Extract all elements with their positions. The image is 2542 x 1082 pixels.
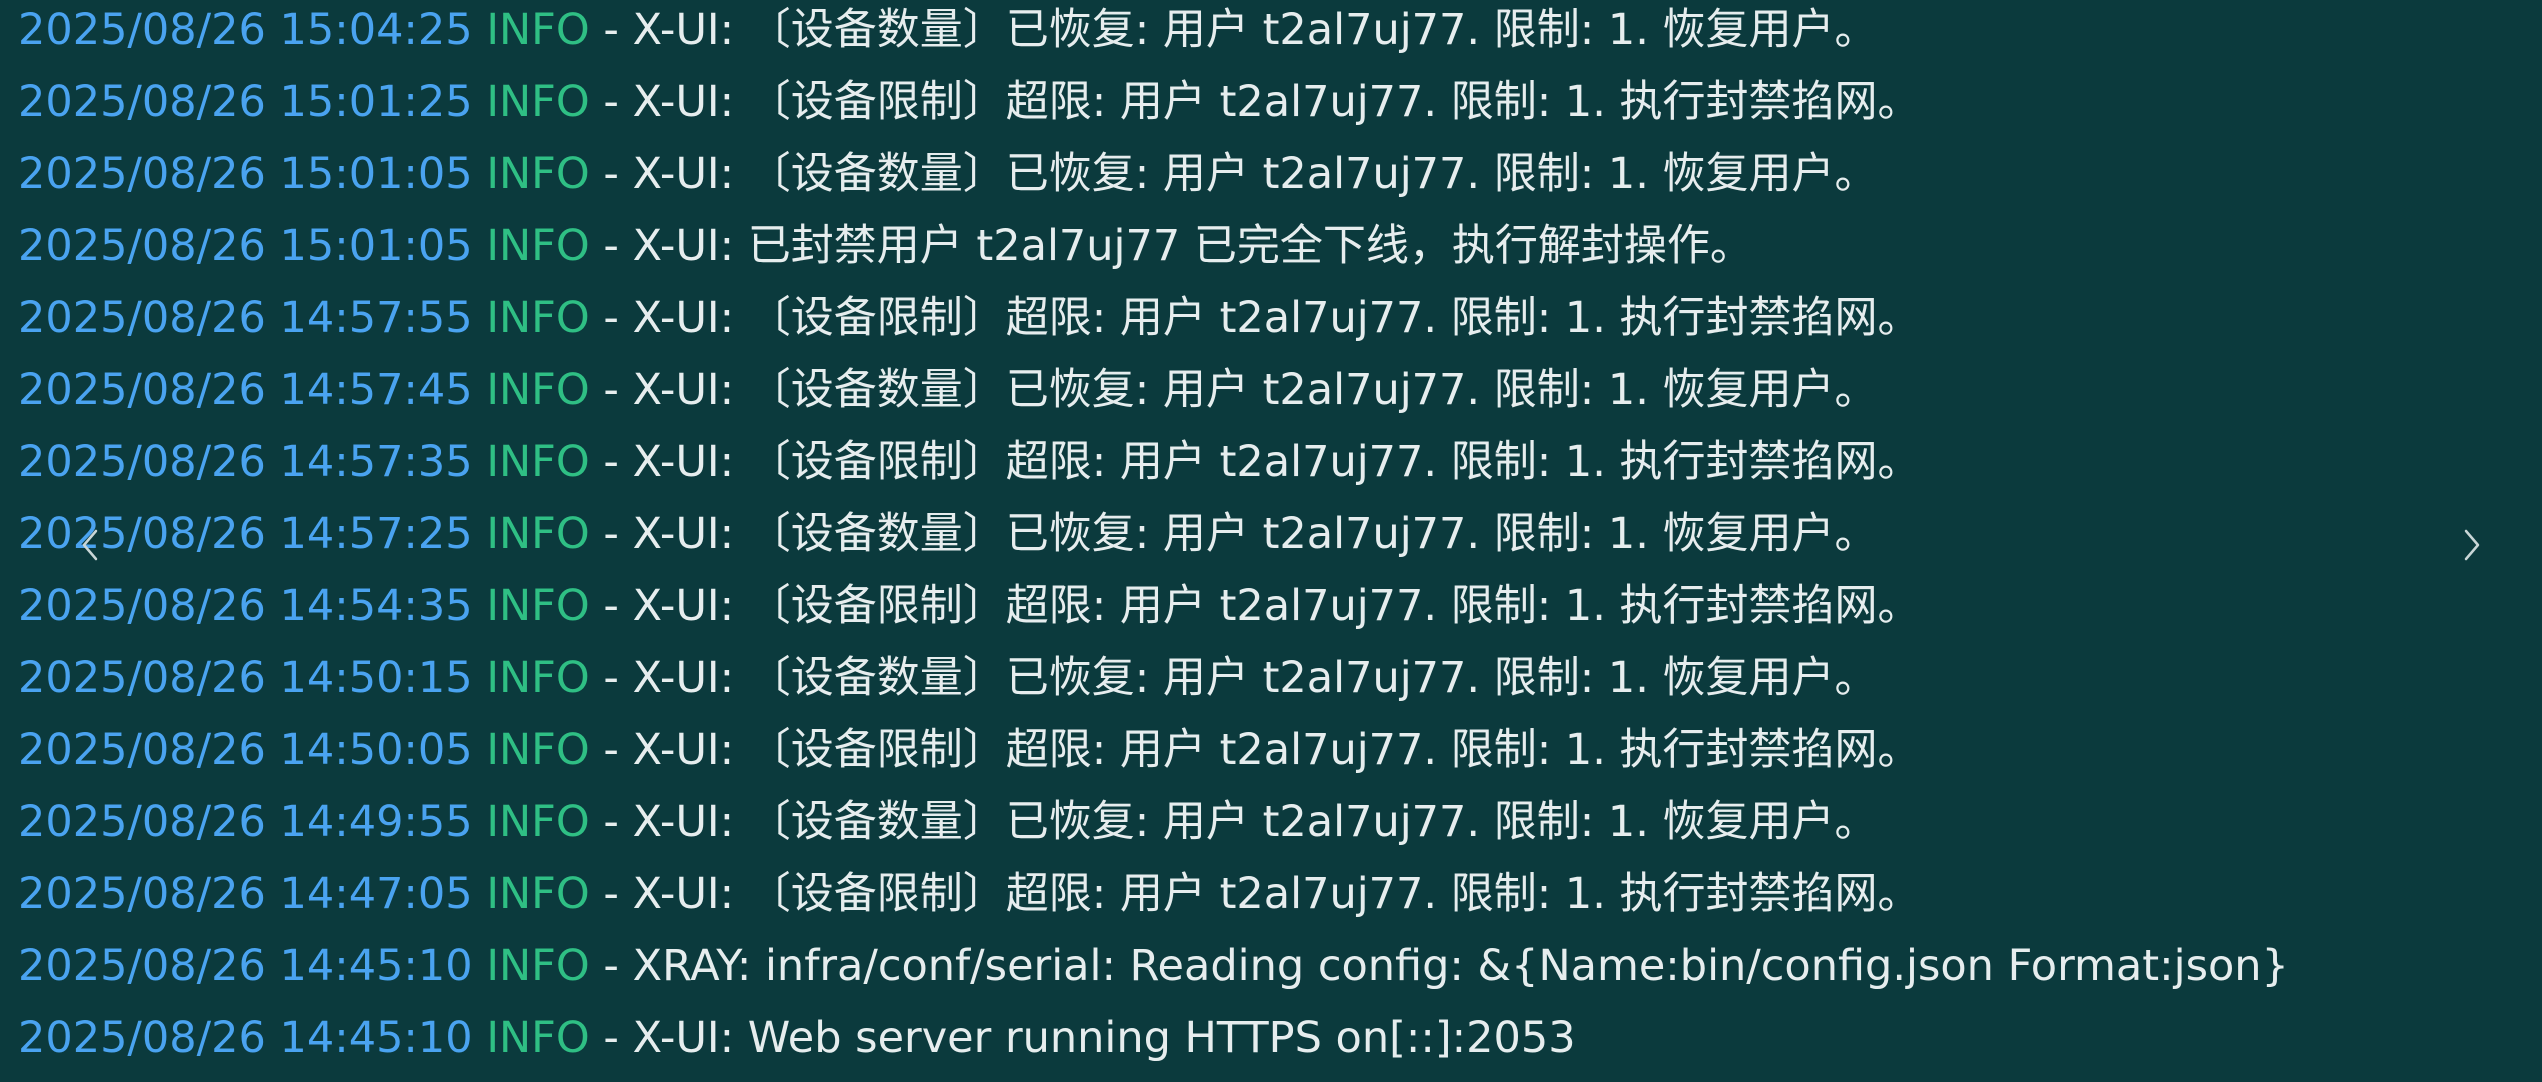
log-separator: - — [589, 5, 633, 55]
log-separator: - — [589, 293, 633, 343]
log-level: INFO — [486, 365, 590, 415]
log-line: 2025/08/26 14:57:25 INFO - X-UI: 〔设备数量〕已… — [18, 504, 2478, 576]
log-level: INFO — [486, 1013, 590, 1063]
log-message: X-UI: 〔设备数量〕已恢复: 用户 t2al7uj77. 限制: 1. 恢复… — [632, 149, 1878, 199]
log-line: 2025/08/26 15:04:25 INFO - X-UI: 〔设备数量〕已… — [18, 0, 2478, 72]
log-timestamp: 2025/08/26 14:54:35 — [18, 581, 473, 631]
log-separator: - — [589, 869, 633, 919]
log-line: 2025/08/26 14:45:10 INFO - XRAY: infra/c… — [18, 936, 2478, 1008]
log-level: INFO — [486, 869, 590, 919]
log-list: 2025/08/26 15:04:25 INFO - X-UI: 〔设备数量〕已… — [18, 0, 2478, 1080]
log-level: INFO — [486, 581, 590, 631]
log-level: INFO — [486, 293, 590, 343]
log-separator: - — [589, 221, 633, 271]
log-message: XRAY: infra/conf/serial: Reading config:… — [632, 941, 2289, 991]
prev-button[interactable] — [60, 515, 120, 575]
log-line: 2025/08/26 15:01:05 INFO - X-UI: 已封禁用户 t… — [18, 216, 2478, 288]
log-line: 2025/08/26 14:47:05 INFO - X-UI: 〔设备限制〕超… — [18, 864, 2478, 936]
log-message: X-UI: 〔设备限制〕超限: 用户 t2al7uj77. 限制: 1. 执行封… — [632, 77, 1921, 127]
log-separator: - — [589, 509, 633, 559]
chevron-left-icon — [82, 529, 98, 561]
log-timestamp: 2025/08/26 14:49:55 — [18, 797, 473, 847]
log-separator: - — [589, 437, 633, 487]
log-timestamp: 2025/08/26 14:45:10 — [18, 941, 473, 991]
log-line: 2025/08/26 14:57:45 INFO - X-UI: 〔设备数量〕已… — [18, 360, 2478, 432]
log-separator: - — [589, 149, 633, 199]
log-timestamp: 2025/08/26 14:50:05 — [18, 725, 473, 775]
log-viewer: 2025/08/26 15:04:25 INFO - X-UI: 〔设备数量〕已… — [0, 0, 2542, 1082]
log-message: X-UI: 〔设备数量〕已恢复: 用户 t2al7uj77. 限制: 1. 恢复… — [632, 365, 1878, 415]
log-timestamp: 2025/08/26 14:50:15 — [18, 653, 473, 703]
log-separator: - — [589, 77, 633, 127]
log-message: X-UI: 〔设备限制〕超限: 用户 t2al7uj77. 限制: 1. 执行封… — [632, 437, 1921, 487]
log-separator: - — [589, 941, 633, 991]
log-line: 2025/08/26 15:01:25 INFO - X-UI: 〔设备限制〕超… — [18, 72, 2478, 144]
log-separator: - — [589, 797, 633, 847]
log-message: X-UI: 〔设备数量〕已恢复: 用户 t2al7uj77. 限制: 1. 恢复… — [632, 5, 1878, 55]
log-separator: - — [589, 653, 633, 703]
log-message: X-UI: 〔设备数量〕已恢复: 用户 t2al7uj77. 限制: 1. 恢复… — [632, 653, 1878, 703]
log-level: INFO — [486, 941, 590, 991]
log-line: 2025/08/26 14:57:35 INFO - X-UI: 〔设备限制〕超… — [18, 432, 2478, 504]
log-line: 2025/08/26 14:54:35 INFO - X-UI: 〔设备限制〕超… — [18, 576, 2478, 648]
log-message: X-UI: 〔设备数量〕已恢复: 用户 t2al7uj77. 限制: 1. 恢复… — [632, 509, 1878, 559]
log-level: INFO — [486, 5, 590, 55]
log-timestamp: 2025/08/26 14:57:45 — [18, 365, 473, 415]
log-level: INFO — [486, 77, 590, 127]
log-level: INFO — [486, 725, 590, 775]
log-line: 2025/08/26 14:50:05 INFO - X-UI: 〔设备限制〕超… — [18, 720, 2478, 792]
log-level: INFO — [486, 149, 590, 199]
log-timestamp: 2025/08/26 14:45:10 — [18, 1013, 473, 1063]
log-line: 2025/08/26 14:45:10 INFO - X-UI: Web ser… — [18, 1008, 2478, 1080]
log-message: X-UI: 〔设备限制〕超限: 用户 t2al7uj77. 限制: 1. 执行封… — [632, 869, 1921, 919]
log-line: 2025/08/26 14:50:15 INFO - X-UI: 〔设备数量〕已… — [18, 648, 2478, 720]
log-timestamp: 2025/08/26 14:57:35 — [18, 437, 473, 487]
log-separator: - — [589, 725, 633, 775]
log-message: X-UI: Web server running HTTPS on[::]:20… — [632, 1013, 1576, 1063]
log-timestamp: 2025/08/26 15:01:05 — [18, 221, 473, 271]
log-timestamp: 2025/08/26 15:01:05 — [18, 149, 473, 199]
log-level: INFO — [486, 509, 590, 559]
log-timestamp: 2025/08/26 15:01:25 — [18, 77, 473, 127]
log-message: X-UI: 已封禁用户 t2al7uj77 已完全下线，执行解封操作。 — [632, 221, 1753, 271]
log-message: X-UI: 〔设备数量〕已恢复: 用户 t2al7uj77. 限制: 1. 恢复… — [632, 797, 1878, 847]
log-timestamp: 2025/08/26 14:47:05 — [18, 869, 473, 919]
log-message: X-UI: 〔设备限制〕超限: 用户 t2al7uj77. 限制: 1. 执行封… — [632, 293, 1921, 343]
log-timestamp: 2025/08/26 14:57:55 — [18, 293, 473, 343]
log-level: INFO — [486, 221, 590, 271]
log-separator: - — [589, 365, 633, 415]
log-level: INFO — [486, 797, 590, 847]
log-level: INFO — [486, 653, 590, 703]
log-line: 2025/08/26 14:57:55 INFO - X-UI: 〔设备限制〕超… — [18, 288, 2478, 360]
log-line: 2025/08/26 14:49:55 INFO - X-UI: 〔设备数量〕已… — [18, 792, 2478, 864]
log-timestamp: 2025/08/26 15:04:25 — [18, 5, 473, 55]
log-message: X-UI: 〔设备限制〕超限: 用户 t2al7uj77. 限制: 1. 执行封… — [632, 581, 1921, 631]
chevron-right-icon — [2464, 529, 2480, 561]
log-separator: - — [589, 1013, 633, 1063]
log-separator: - — [589, 581, 633, 631]
log-message: X-UI: 〔设备限制〕超限: 用户 t2al7uj77. 限制: 1. 执行封… — [632, 725, 1921, 775]
next-button[interactable] — [2442, 515, 2502, 575]
log-level: INFO — [486, 437, 590, 487]
log-line: 2025/08/26 15:01:05 INFO - X-UI: 〔设备数量〕已… — [18, 144, 2478, 216]
